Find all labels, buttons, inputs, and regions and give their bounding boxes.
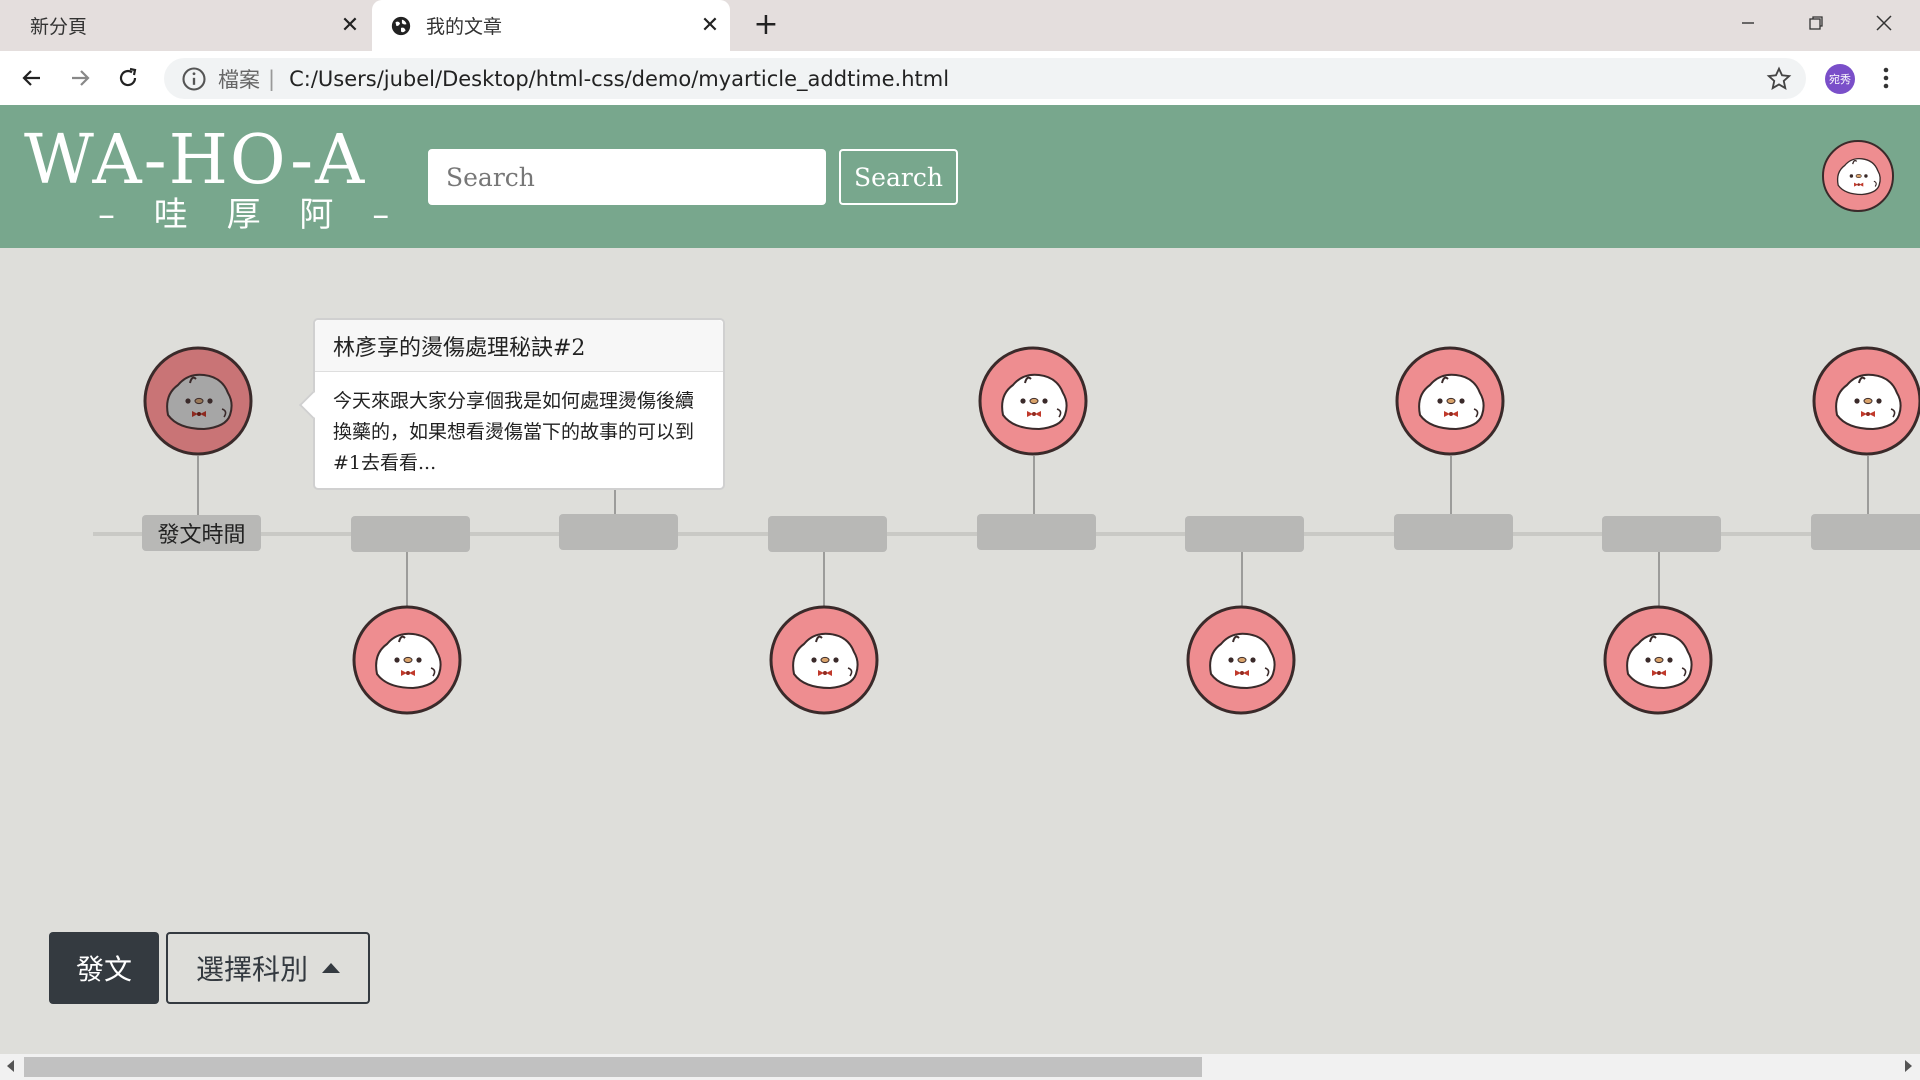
bookmark-star-icon[interactable]: [1766, 66, 1792, 92]
address-scheme-label: 檔案: [218, 67, 260, 92]
timeline-node-avatar[interactable]: [977, 345, 1089, 457]
post-time-label: [351, 516, 470, 552]
new-tab-plus-icon[interactable]: +: [748, 8, 784, 44]
timeline-stem: [1241, 552, 1243, 606]
tab-my-articles[interactable]: 我的文章 ✕: [372, 0, 730, 51]
timeline-node-avatar[interactable]: [1185, 604, 1297, 716]
post-time-label: [1602, 516, 1721, 552]
horizontal-scrollbar[interactable]: [0, 1054, 1920, 1080]
tab-close-icon[interactable]: ✕: [330, 13, 370, 38]
timeline-node-avatar[interactable]: [1602, 604, 1714, 716]
address-url[interactable]: C:/Users/jubel/Desktop/html-css/demo/mya…: [289, 67, 949, 91]
user-avatar[interactable]: [1821, 139, 1895, 213]
reload-icon[interactable]: [111, 61, 145, 95]
timeline-stem: [823, 552, 825, 606]
popover-title: 林彥享的燙傷處理秘訣#2: [315, 320, 723, 372]
timeline-stem: [406, 552, 408, 606]
site-logo-subtitle: – 哇 厚 阿 –: [98, 195, 404, 235]
minimize-icon[interactable]: [1728, 8, 1768, 38]
post-time-label: [1185, 516, 1304, 552]
post-time-label: [559, 514, 678, 550]
tab-title: 新分頁: [30, 16, 88, 38]
post-time-label: [977, 514, 1096, 550]
post-time-label: 發文時間: [142, 515, 261, 551]
subject-dropdown-label: 選擇科別: [195, 953, 308, 986]
article-preview-popover[interactable]: 林彥享的燙傷處理秘訣#2 今天來跟大家分享個我是如何處理燙傷後續換藥的，如果想看…: [298, 318, 725, 490]
site-logo[interactable]: WA-HO-A: [24, 125, 366, 197]
menu-kebab-icon[interactable]: [1876, 63, 1896, 93]
timeline-node-avatar[interactable]: [351, 604, 463, 716]
address-bar[interactable]: 檔案 | C:/Users/jubel/Desktop/html-css/dem…: [164, 58, 1806, 99]
info-icon[interactable]: [180, 65, 208, 93]
globe-icon: [391, 16, 411, 35]
timeline-node-avatar[interactable]: [142, 345, 254, 457]
scroll-left-arrow-icon[interactable]: [7, 1060, 14, 1072]
window-close-icon[interactable]: [1864, 8, 1904, 38]
post-time-label: [768, 516, 887, 552]
site-header: WA-HO-A – 哇 厚 阿 – Search: [0, 105, 1920, 248]
back-arrow-icon[interactable]: [15, 61, 49, 95]
browser-toolbar: 檔案 | C:/Users/jubel/Desktop/html-css/dem…: [0, 51, 1920, 105]
address-separator: |: [268, 66, 276, 91]
profile-avatar[interactable]: 宛秀: [1825, 64, 1855, 94]
browser-tab-bar: 新分頁 ✕ 我的文章 ✕ +: [0, 0, 1920, 51]
tab-close-icon[interactable]: ✕: [690, 13, 730, 38]
forward-arrow-icon[interactable]: [63, 61, 97, 95]
timeline-stem: [1033, 456, 1035, 516]
timeline-stem: [1867, 456, 1869, 516]
popover-body: 今天來跟大家分享個我是如何處理燙傷後續換藥的，如果想看燙傷當下的故事的可以到#1…: [333, 390, 695, 474]
post-time-label: [1394, 514, 1513, 550]
subject-dropdown-button[interactable]: 選擇科別: [166, 932, 370, 1004]
post-button[interactable]: 發文: [49, 932, 159, 1004]
caret-up-icon: [322, 963, 340, 973]
timeline-stem: [1658, 552, 1660, 606]
scroll-right-arrow-icon[interactable]: [1905, 1060, 1912, 1072]
restore-icon[interactable]: [1796, 8, 1836, 38]
post-time-label: [1811, 514, 1920, 550]
timeline-node-avatar[interactable]: [768, 604, 880, 716]
search-input[interactable]: [428, 149, 826, 205]
timeline-stem: [614, 490, 616, 516]
timeline-stem: [1450, 456, 1452, 516]
scrollbar-thumb[interactable]: [24, 1057, 1202, 1077]
tab-title: 我的文章: [426, 16, 503, 38]
tab-new-tab[interactable]: 新分頁 ✕: [0, 0, 370, 51]
timeline-stem: [197, 456, 199, 516]
timeline-node-avatar[interactable]: [1394, 345, 1506, 457]
timeline-node-avatar[interactable]: [1811, 345, 1920, 457]
search-button[interactable]: Search: [839, 149, 958, 205]
